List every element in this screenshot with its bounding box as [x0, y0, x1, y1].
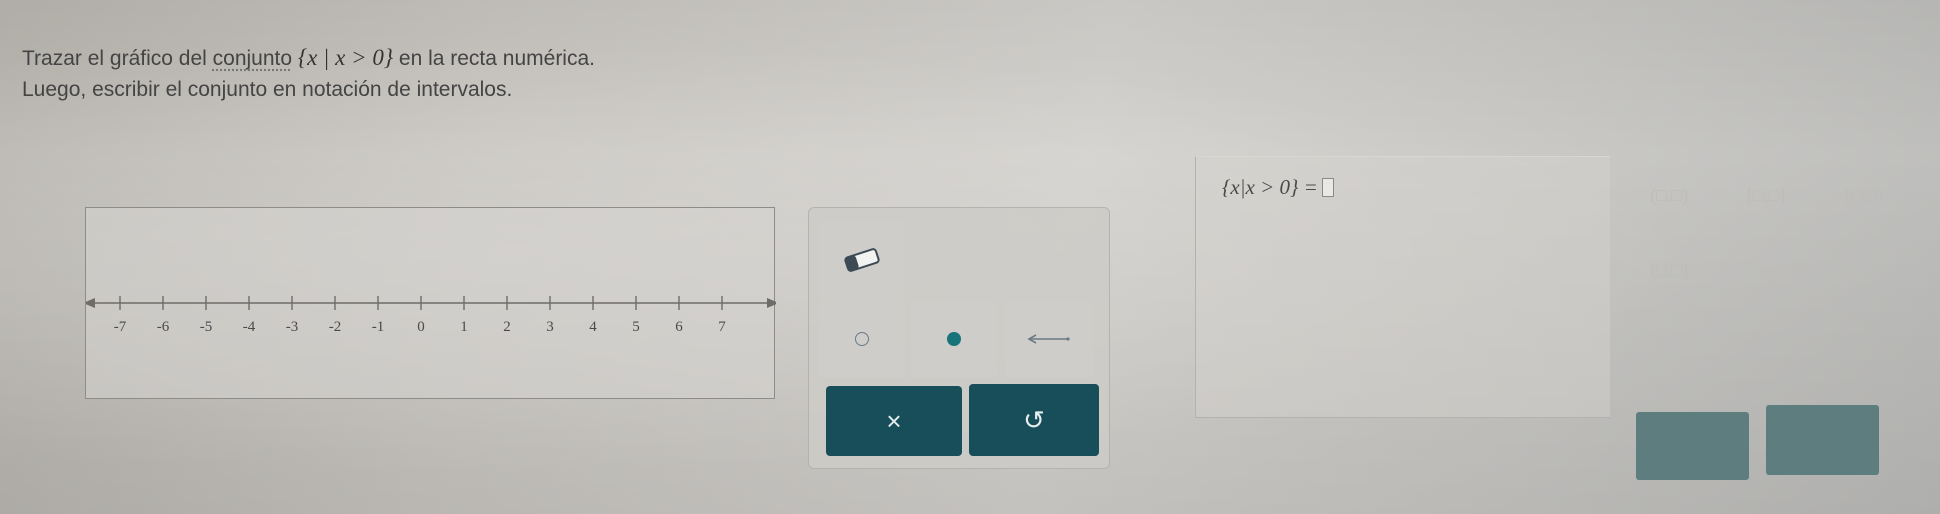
question-text-end: en la recta numérica.: [398, 47, 595, 70]
set-notation: {x | x > 0}: [297, 45, 394, 70]
tick-label: -6: [157, 319, 170, 335]
closed-endpoint-icon: [947, 332, 961, 346]
axis-arrow-right: [767, 298, 776, 308]
tick-label: 7: [718, 319, 726, 335]
keypad-clear-button[interactable]: [1636, 412, 1749, 480]
undo-button[interactable]: ↺: [969, 384, 1099, 456]
tick-label: -4: [243, 319, 256, 335]
tick-label: 1: [460, 319, 468, 335]
number-line-graph[interactable]: -7 -6 -5 -4 -3 -2 -1 0 1 2 3 4 5 6 7: [85, 207, 776, 400]
answer-input-slot[interactable]: [1321, 178, 1334, 197]
tick-label: -3: [286, 319, 299, 335]
open-endpoint-icon: [855, 332, 869, 346]
x-icon: ×: [886, 405, 902, 436]
tick-label: 0: [417, 319, 425, 335]
number-line-canvas[interactable]: -7 -6 -5 -4 -3 -2 -1 0 1 2 3 4 5 6 7: [86, 208, 776, 400]
question-text: Trazar el gráfico del: [22, 47, 207, 70]
tick-label: -7: [114, 319, 127, 335]
answer-set-label: {x|x > 0} =: [1222, 175, 1318, 199]
graphing-tool-panel: × ↺: [808, 207, 1110, 469]
question-line-2: Luego, escribir el conjunto en notación …: [22, 78, 513, 101]
undo-icon: ↺: [1023, 404, 1045, 435]
eraser-tool-button[interactable]: [819, 220, 905, 300]
keypad-undo-button[interactable]: [1766, 405, 1879, 475]
tick-label: 2: [503, 319, 511, 335]
tick-label: 4: [589, 319, 597, 335]
answer-expression: {x|x > 0} =: [1222, 175, 1334, 200]
ray-tool[interactable]: [1005, 300, 1093, 378]
keypad-open-closed[interactable]: (□,□]: [1650, 260, 1688, 281]
tick-label: -1: [372, 319, 385, 335]
closed-endpoint-tool[interactable]: [911, 300, 997, 378]
keypad-negative-infinity[interactable]: -∞: [1845, 260, 1864, 281]
eraser-icon: [844, 248, 880, 272]
glossary-link-conjunto[interactable]: conjunto: [213, 47, 292, 70]
interval-answer-box[interactable]: {x|x > 0} =: [1195, 156, 1610, 418]
open-endpoint-tool[interactable]: [819, 300, 905, 378]
tick-label: -5: [200, 319, 213, 335]
keypad-open-open[interactable]: (□,□): [1650, 185, 1688, 206]
number-line-ticks: -7 -6 -5 -4 -3 -2 -1 0 1 2 3 4 5 6 7: [114, 296, 726, 335]
tick-label: 3: [546, 319, 554, 335]
ray-icon: [1027, 334, 1070, 344]
tick-label: 6: [675, 319, 683, 335]
axis-arrow-left: [86, 298, 95, 308]
keypad-closed-open[interactable]: [□,□): [1845, 185, 1883, 206]
tick-label: 5: [632, 319, 640, 335]
keypad-infinity[interactable]: ∞: [1760, 260, 1773, 281]
interval-keypad: (□,□) [□,□] [□,□) (□,□] ∞ -∞: [1620, 150, 1940, 490]
clear-button[interactable]: ×: [826, 386, 962, 456]
tick-label: -2: [329, 319, 342, 335]
question-prompt: Trazar el gráfico del conjunto {x | x > …: [22, 42, 595, 105]
keypad-closed-closed[interactable]: [□,□]: [1747, 185, 1785, 206]
question-line-1: Trazar el gráfico del conjunto {x | x > …: [22, 42, 595, 74]
